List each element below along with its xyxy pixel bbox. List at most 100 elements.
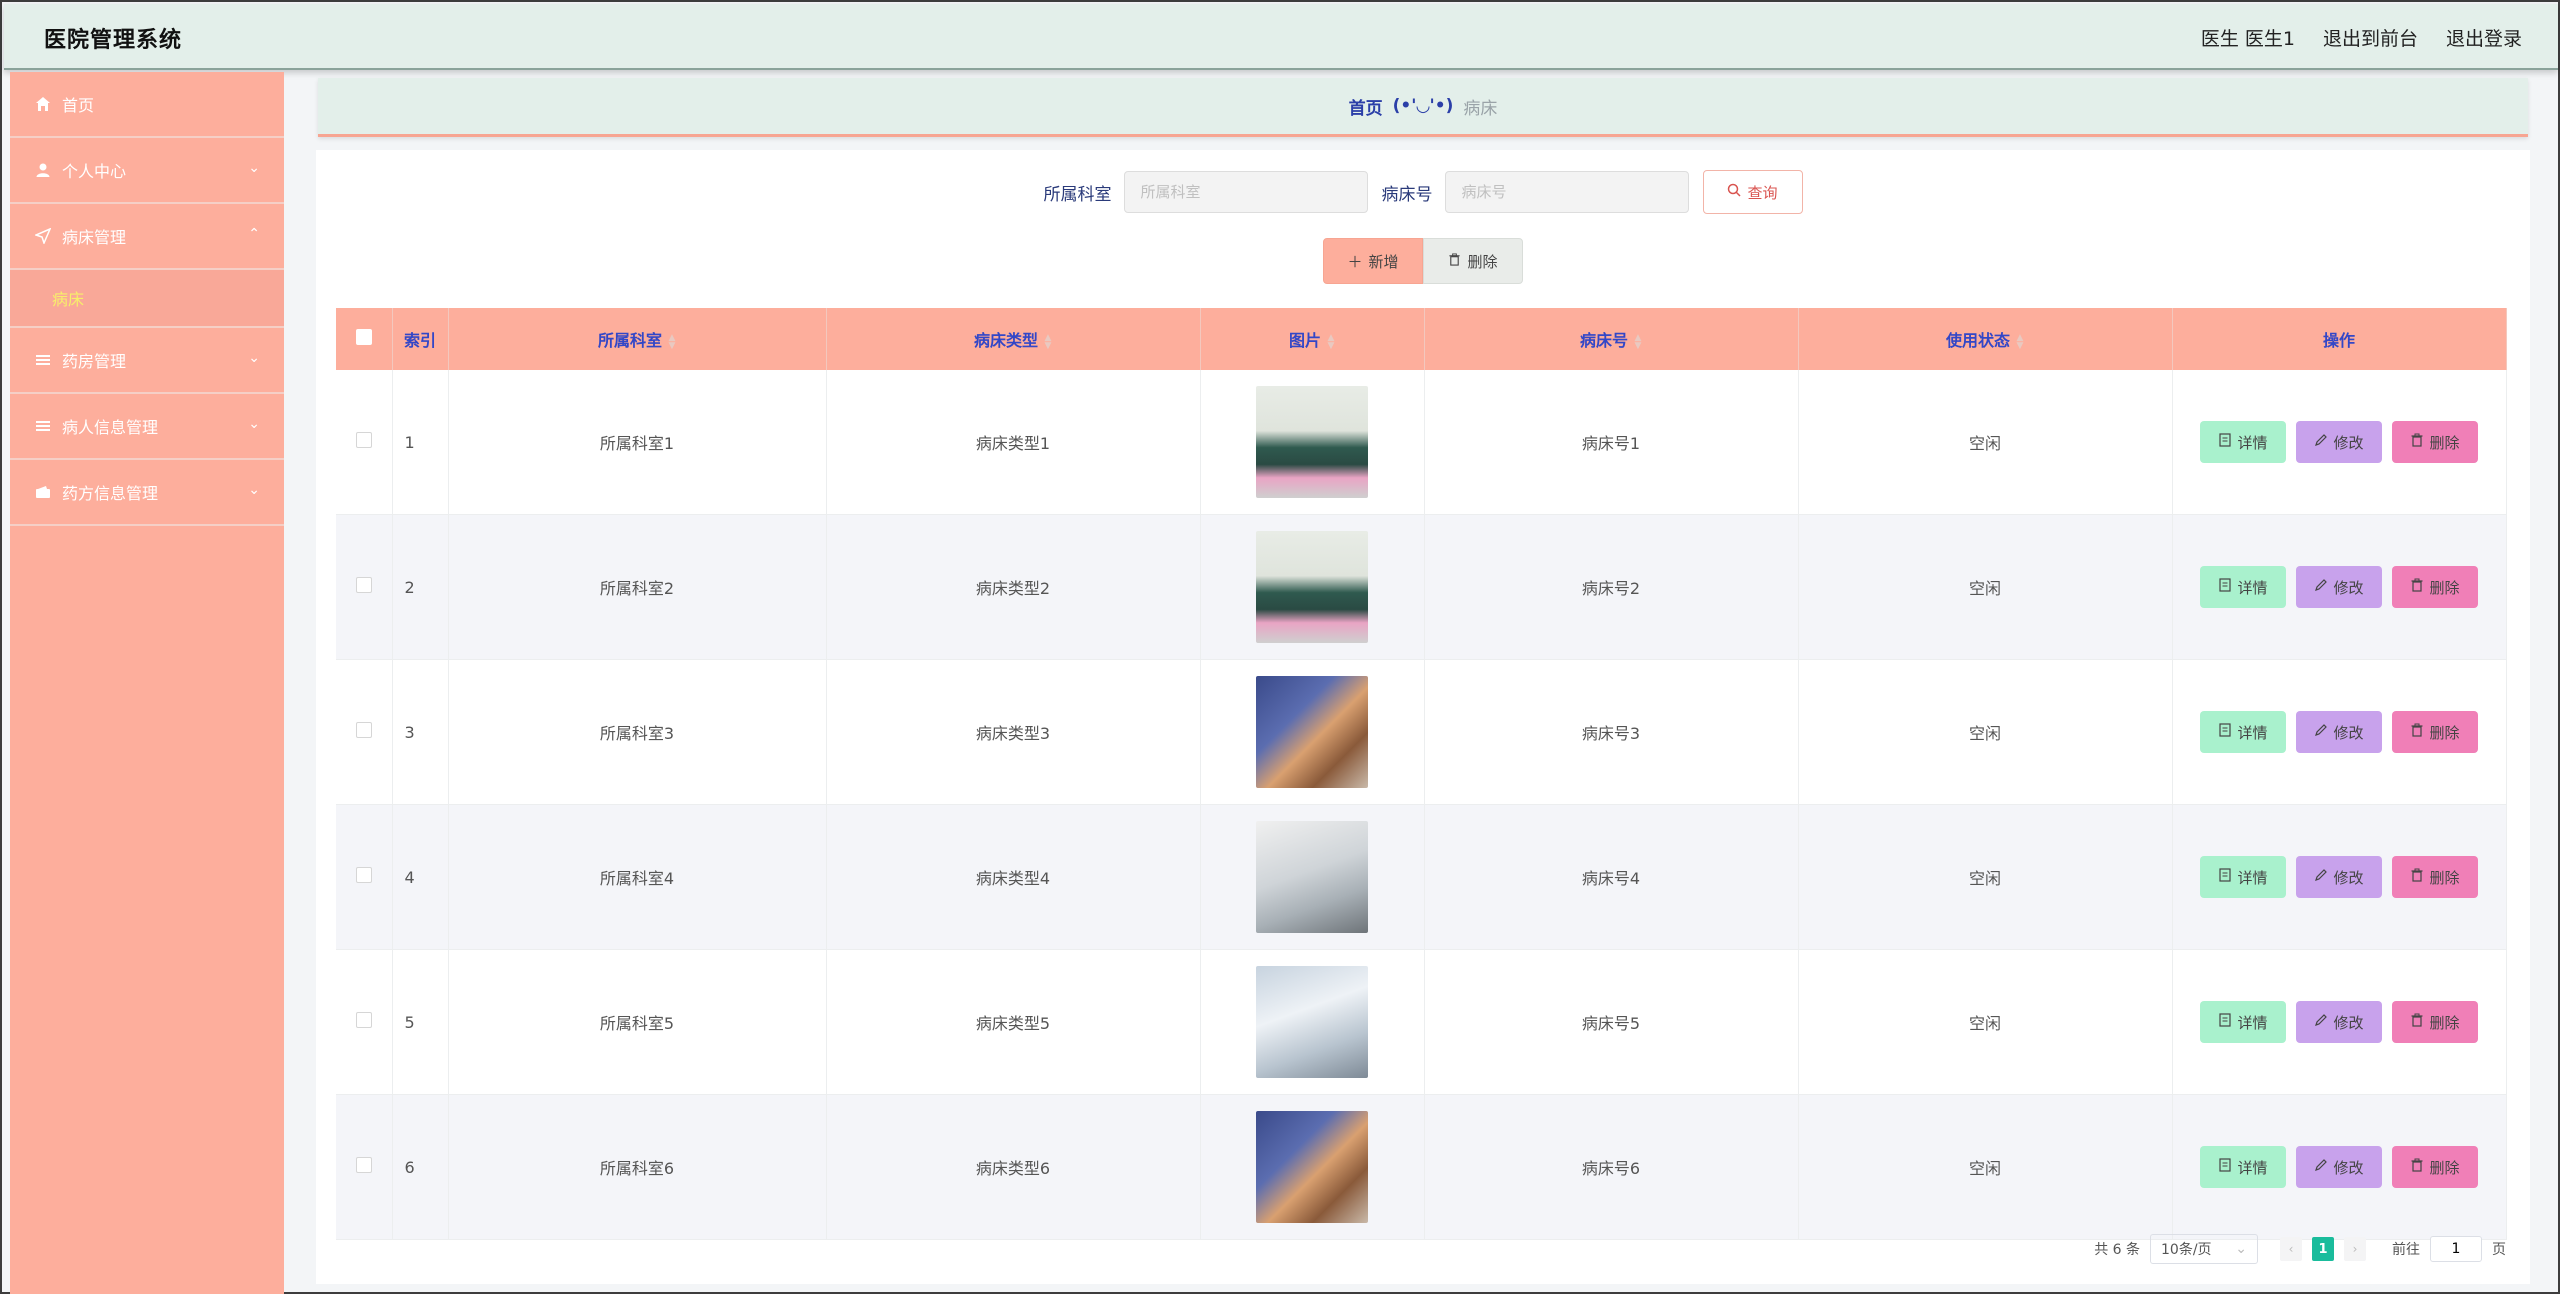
- detail-button[interactable]: 详情: [2200, 856, 2286, 898]
- add-button[interactable]: ＋ 新增: [1323, 238, 1423, 284]
- document-icon: [2218, 578, 2232, 596]
- trash-icon: [2410, 1013, 2424, 1031]
- row-checkbox[interactable]: [355, 1012, 372, 1028]
- detail-button-label: 详情: [2237, 723, 2268, 742]
- row-index: 3: [392, 659, 449, 805]
- column-header-dept[interactable]: 所属科室 ▲ ▼: [448, 308, 827, 370]
- sidebar-item-bed-management[interactable]: 病床管理 ⌃: [10, 204, 284, 270]
- row-ops-cell: 详情 修改 删除: [2172, 1094, 2507, 1240]
- row-checkbox[interactable]: [355, 722, 372, 738]
- bed-thumbnail[interactable]: [1256, 531, 1368, 643]
- row-select-cell: [336, 949, 393, 1095]
- goto-label: 前往: [2392, 1242, 2420, 1258]
- edit-icon: [2314, 723, 2328, 741]
- table-row: 5 所属科室5 病床类型5 病床号5 空闲 详情 修改 删除: [336, 949, 2507, 1095]
- edit-button[interactable]: 修改: [2296, 1001, 2382, 1043]
- row-status: 空闲: [1798, 659, 2173, 805]
- sidebar-item-label: 药方信息管理: [62, 484, 159, 503]
- query-button[interactable]: 查询: [1702, 170, 1803, 214]
- row-checkbox[interactable]: [355, 867, 372, 883]
- row-image-cell: [1200, 514, 1425, 660]
- row-bed-type: 病床类型5: [826, 949, 1201, 1095]
- delete-button[interactable]: 删除: [2392, 566, 2478, 608]
- row-checkbox[interactable]: [355, 577, 372, 593]
- sidebar-item-patient-management[interactable]: 病人信息管理 ⌄: [10, 394, 284, 460]
- bed-thumbnail[interactable]: [1256, 386, 1368, 498]
- back-to-front-link[interactable]: 退出到前台: [2323, 24, 2418, 51]
- delete-button[interactable]: 删除: [2392, 856, 2478, 898]
- bed-thumbnail[interactable]: [1256, 966, 1368, 1078]
- column-header-index: 索引: [392, 308, 449, 370]
- row-bed-type: 病床类型1: [826, 370, 1201, 515]
- sidebar-item-label: 病床管理: [62, 228, 127, 247]
- sort-icon[interactable]: ▲ ▼: [1044, 333, 1052, 350]
- bed-thumbnail[interactable]: [1256, 821, 1368, 933]
- select-all-cell: [336, 308, 393, 370]
- delete-button[interactable]: 删除: [2392, 421, 2478, 463]
- row-image-cell: [1200, 804, 1425, 950]
- sidebar-item-home[interactable]: 首页: [10, 72, 284, 138]
- sort-icon[interactable]: ▲ ▼: [2016, 333, 2024, 350]
- trash-icon: [2410, 433, 2424, 451]
- dept-filter-input[interactable]: [1123, 171, 1368, 213]
- table-row: 2 所属科室2 病床类型2 病床号2 空闲 详情 修改 删除: [336, 514, 2507, 660]
- sort-icon[interactable]: ▲ ▼: [668, 333, 676, 350]
- row-checkbox[interactable]: [355, 1157, 372, 1173]
- sidebar-item-prescription-management[interactable]: 药方信息管理 ⌄: [10, 460, 284, 526]
- header-label: 病床号: [1579, 331, 1628, 350]
- document-icon: [2218, 723, 2232, 741]
- edit-button[interactable]: 修改: [2296, 856, 2382, 898]
- row-bed-type: 病床类型3: [826, 659, 1201, 805]
- row-select-cell: [336, 370, 393, 515]
- page-size-value: 10条/页: [2161, 1242, 2212, 1258]
- edit-button[interactable]: 修改: [2296, 711, 2382, 753]
- detail-button[interactable]: 详情: [2200, 1001, 2286, 1043]
- batch-delete-button[interactable]: 删除: [1423, 238, 1523, 284]
- detail-button[interactable]: 详情: [2200, 566, 2286, 608]
- prev-page-button[interactable]: ‹: [2280, 1237, 2302, 1261]
- column-header-bed-type[interactable]: 病床类型 ▲ ▼: [826, 308, 1201, 370]
- top-header: 医院管理系统 医生 医生1 退出到前台 退出登录: [4, 4, 2558, 70]
- column-header-image[interactable]: 图片 ▲ ▼: [1200, 308, 1425, 370]
- bed-thumbnail[interactable]: [1256, 1111, 1368, 1223]
- delete-button[interactable]: 删除: [2392, 711, 2478, 753]
- detail-button-label: 详情: [2237, 433, 2268, 452]
- edit-button[interactable]: 修改: [2296, 421, 2382, 463]
- header-label: 索引: [403, 331, 436, 350]
- select-all-checkbox[interactable]: [355, 329, 372, 345]
- app-window: 医院管理系统 医生 医生1 退出到前台 退出登录 首页 个人中心 ⌄ 病床管理 …: [0, 0, 2560, 1294]
- sort-icon[interactable]: ▲ ▼: [1634, 333, 1642, 350]
- detail-button[interactable]: 详情: [2200, 711, 2286, 753]
- breadcrumb-home[interactable]: 首页: [1349, 94, 1383, 119]
- row-status: 空闲: [1798, 514, 2173, 660]
- column-header-bed-no[interactable]: 病床号 ▲ ▼: [1424, 308, 1799, 370]
- search-form: 所属科室 病床号 查询: [316, 170, 2530, 214]
- goto-page-input[interactable]: [2430, 1236, 2482, 1262]
- logout-link[interactable]: 退出登录: [2446, 24, 2522, 51]
- delete-button[interactable]: 删除: [2392, 1146, 2478, 1188]
- sidebar-subitem-bed[interactable]: 病床: [10, 270, 284, 328]
- row-status: 空闲: [1798, 1094, 2173, 1240]
- detail-button[interactable]: 详情: [2200, 1146, 2286, 1188]
- edit-button[interactable]: 修改: [2296, 1146, 2382, 1188]
- page-size-select[interactable]: 10条/页 ⌄: [2150, 1234, 2258, 1264]
- edit-button[interactable]: 修改: [2296, 566, 2382, 608]
- next-page-button[interactable]: ›: [2344, 1237, 2366, 1261]
- sidebar-item-pharmacy-management[interactable]: 药房管理 ⌄: [10, 328, 284, 394]
- detail-button-label: 详情: [2237, 868, 2268, 887]
- row-checkbox[interactable]: [355, 432, 372, 448]
- edit-icon: [2314, 433, 2328, 451]
- header-label: 使用状态: [1945, 331, 2010, 350]
- sort-icon[interactable]: ▲ ▼: [1327, 333, 1335, 350]
- detail-button[interactable]: 详情: [2200, 421, 2286, 463]
- chevron-down-icon: ⌄: [248, 160, 260, 176]
- row-ops-cell: 详情 修改 删除: [2172, 659, 2507, 805]
- trash-icon: [2410, 1158, 2424, 1176]
- column-header-status[interactable]: 使用状态 ▲ ▼: [1798, 308, 2173, 370]
- bed-no-filter-input[interactable]: [1444, 171, 1689, 213]
- sidebar-item-label: 药房管理: [62, 352, 127, 371]
- bed-thumbnail[interactable]: [1256, 676, 1368, 788]
- delete-button[interactable]: 删除: [2392, 1001, 2478, 1043]
- current-page-button[interactable]: 1: [2312, 1237, 2334, 1261]
- sidebar-item-personal-center[interactable]: 个人中心 ⌄: [10, 138, 284, 204]
